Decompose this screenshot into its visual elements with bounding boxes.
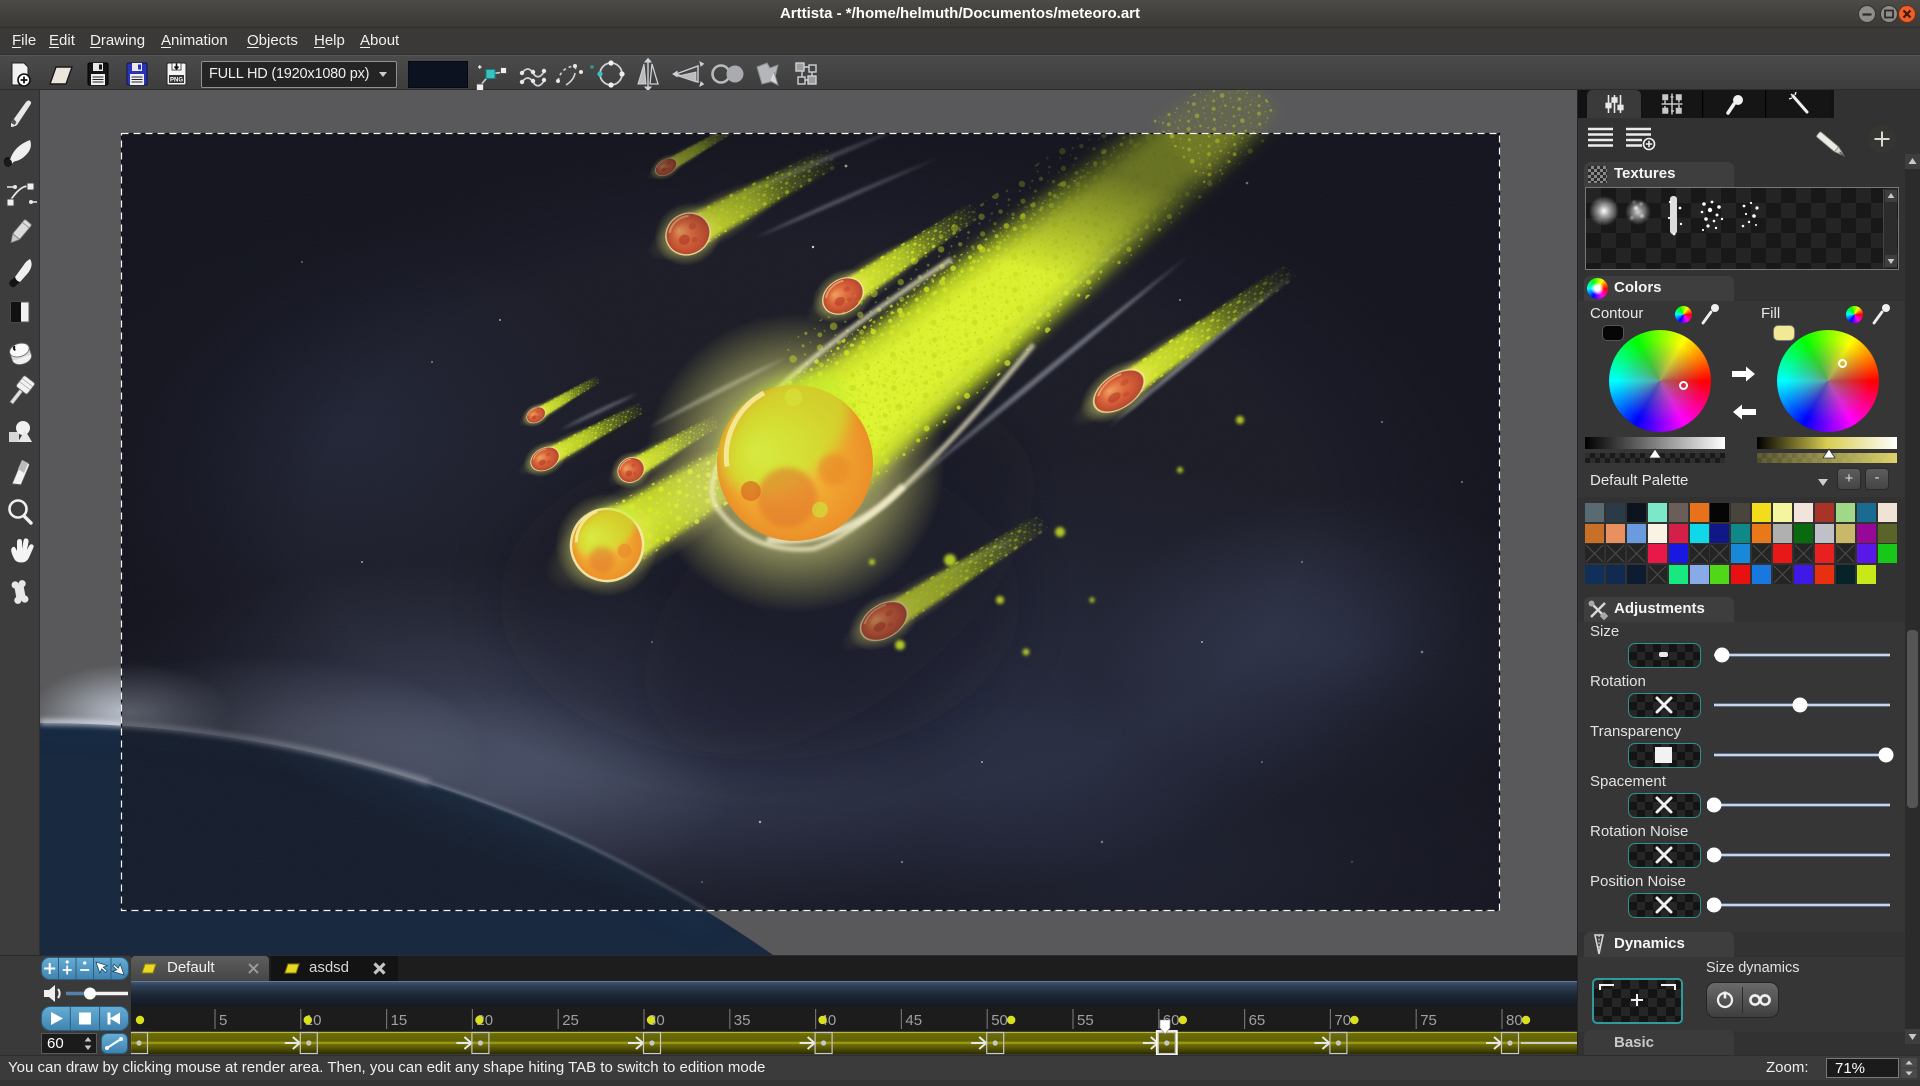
svg-text:65: 65 [1249,1012,1266,1029]
svg-text:70: 70 [1334,1012,1351,1029]
svg-text:50: 50 [991,1012,1008,1029]
svg-text:5: 5 [219,1012,227,1029]
svg-text:35: 35 [734,1012,751,1029]
svg-text:55: 55 [1077,1012,1094,1029]
svg-text:45: 45 [905,1012,922,1029]
svg-text:PNG: PNG [170,78,183,84]
svg-text:25: 25 [562,1012,579,1029]
svg-text:75: 75 [1420,1012,1437,1029]
svg-text:80: 80 [1506,1012,1523,1029]
svg-text:15: 15 [391,1012,408,1029]
